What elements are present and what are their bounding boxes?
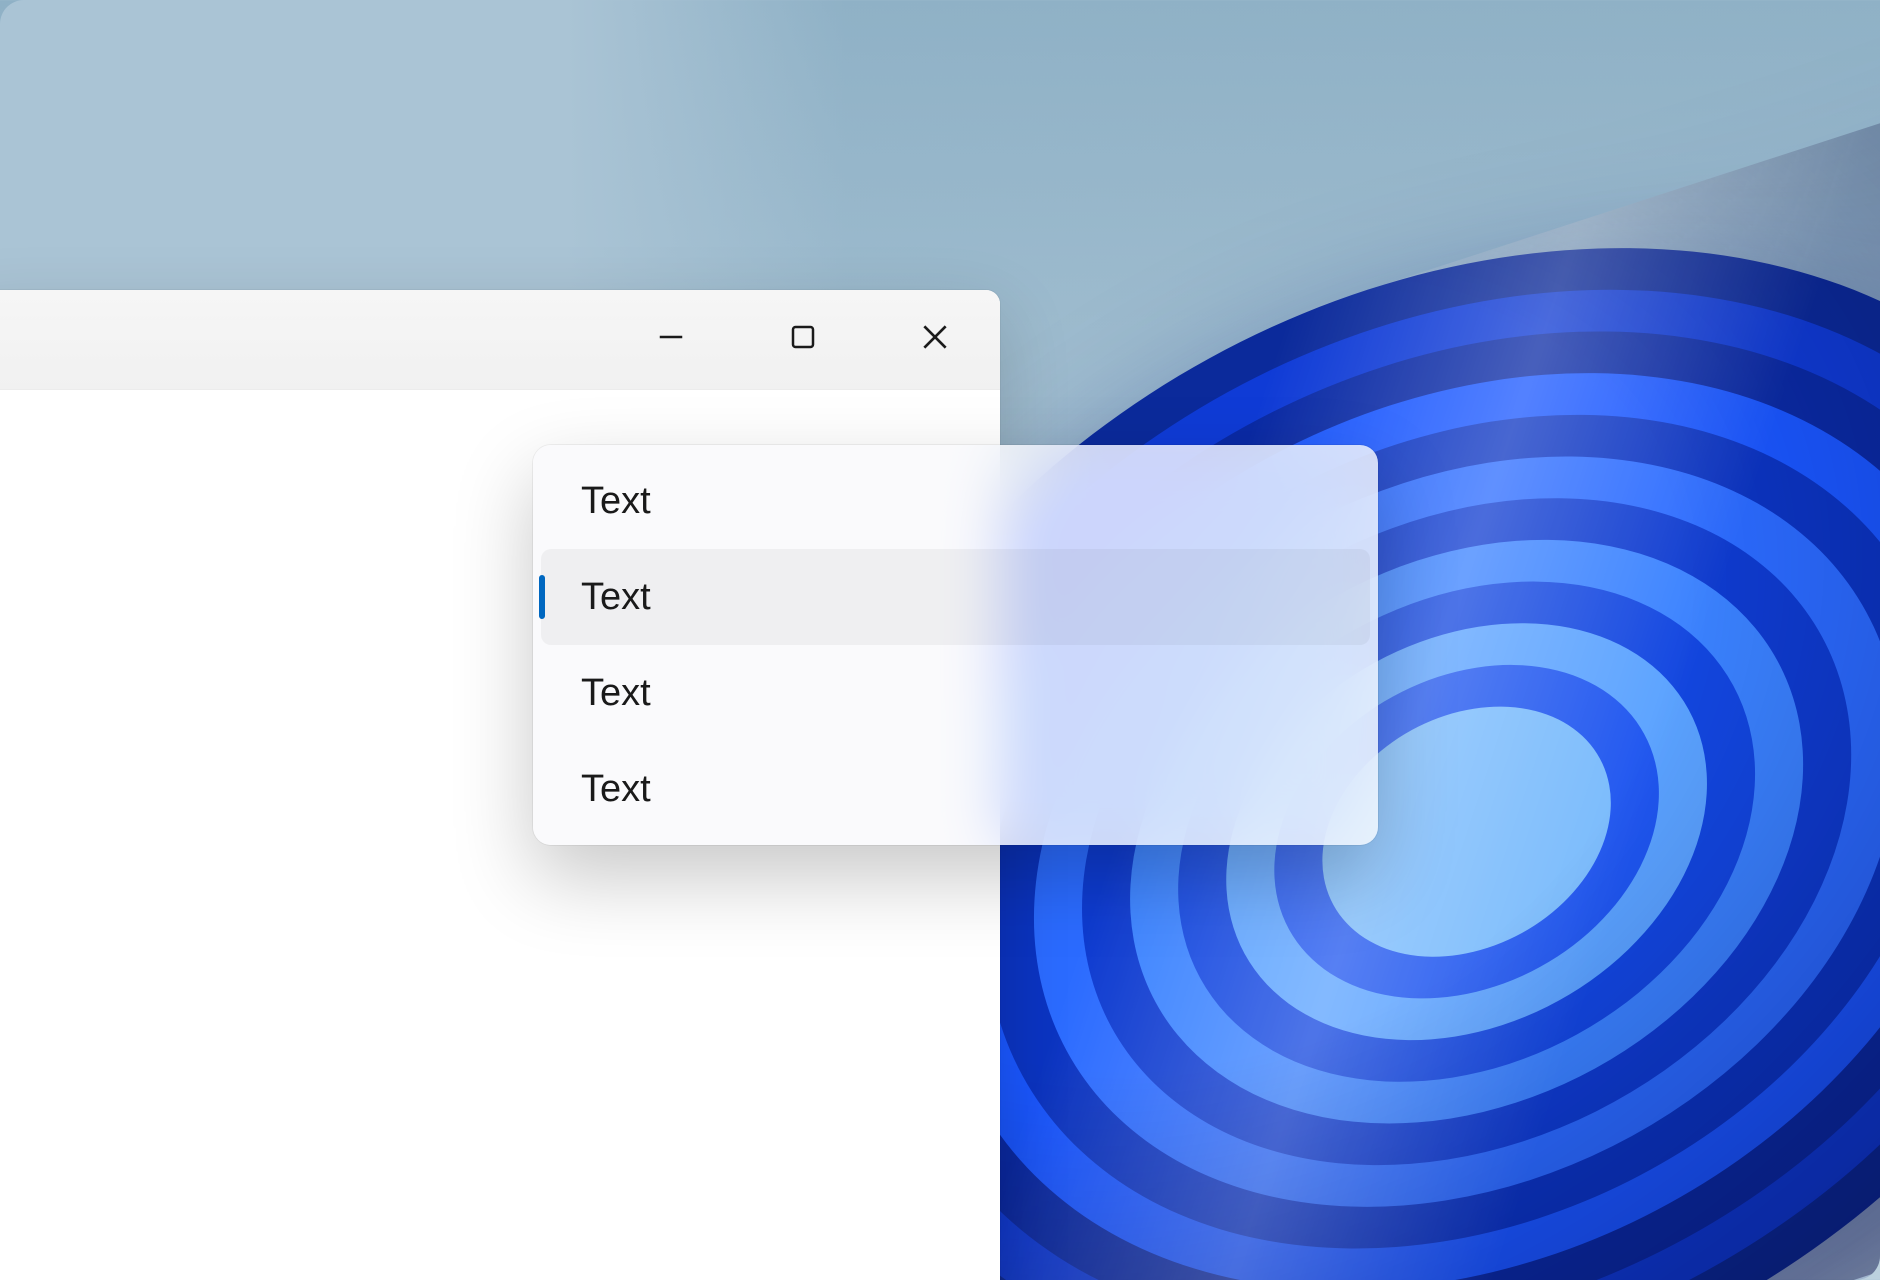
- flyout-item-label: Text: [581, 672, 651, 715]
- flyout-item-label: Text: [581, 480, 651, 523]
- flyout-item-0[interactable]: Text: [541, 453, 1370, 549]
- flyout-item-3[interactable]: Text: [541, 741, 1370, 837]
- flyout-menu: Text Text Text Text: [533, 445, 1378, 845]
- minimize-icon: [656, 322, 686, 357]
- maximize-button[interactable]: [780, 317, 826, 363]
- maximize-icon: [788, 322, 818, 357]
- flyout-item-2[interactable]: Text: [541, 645, 1370, 741]
- close-icon: [919, 321, 951, 358]
- titlebar: [0, 290, 1000, 390]
- close-button[interactable]: [912, 317, 958, 363]
- flyout-item-1[interactable]: Text: [541, 549, 1370, 645]
- flyout-item-label: Text: [581, 768, 651, 811]
- flyout-item-label: Text: [581, 576, 651, 619]
- minimize-button[interactable]: [648, 317, 694, 363]
